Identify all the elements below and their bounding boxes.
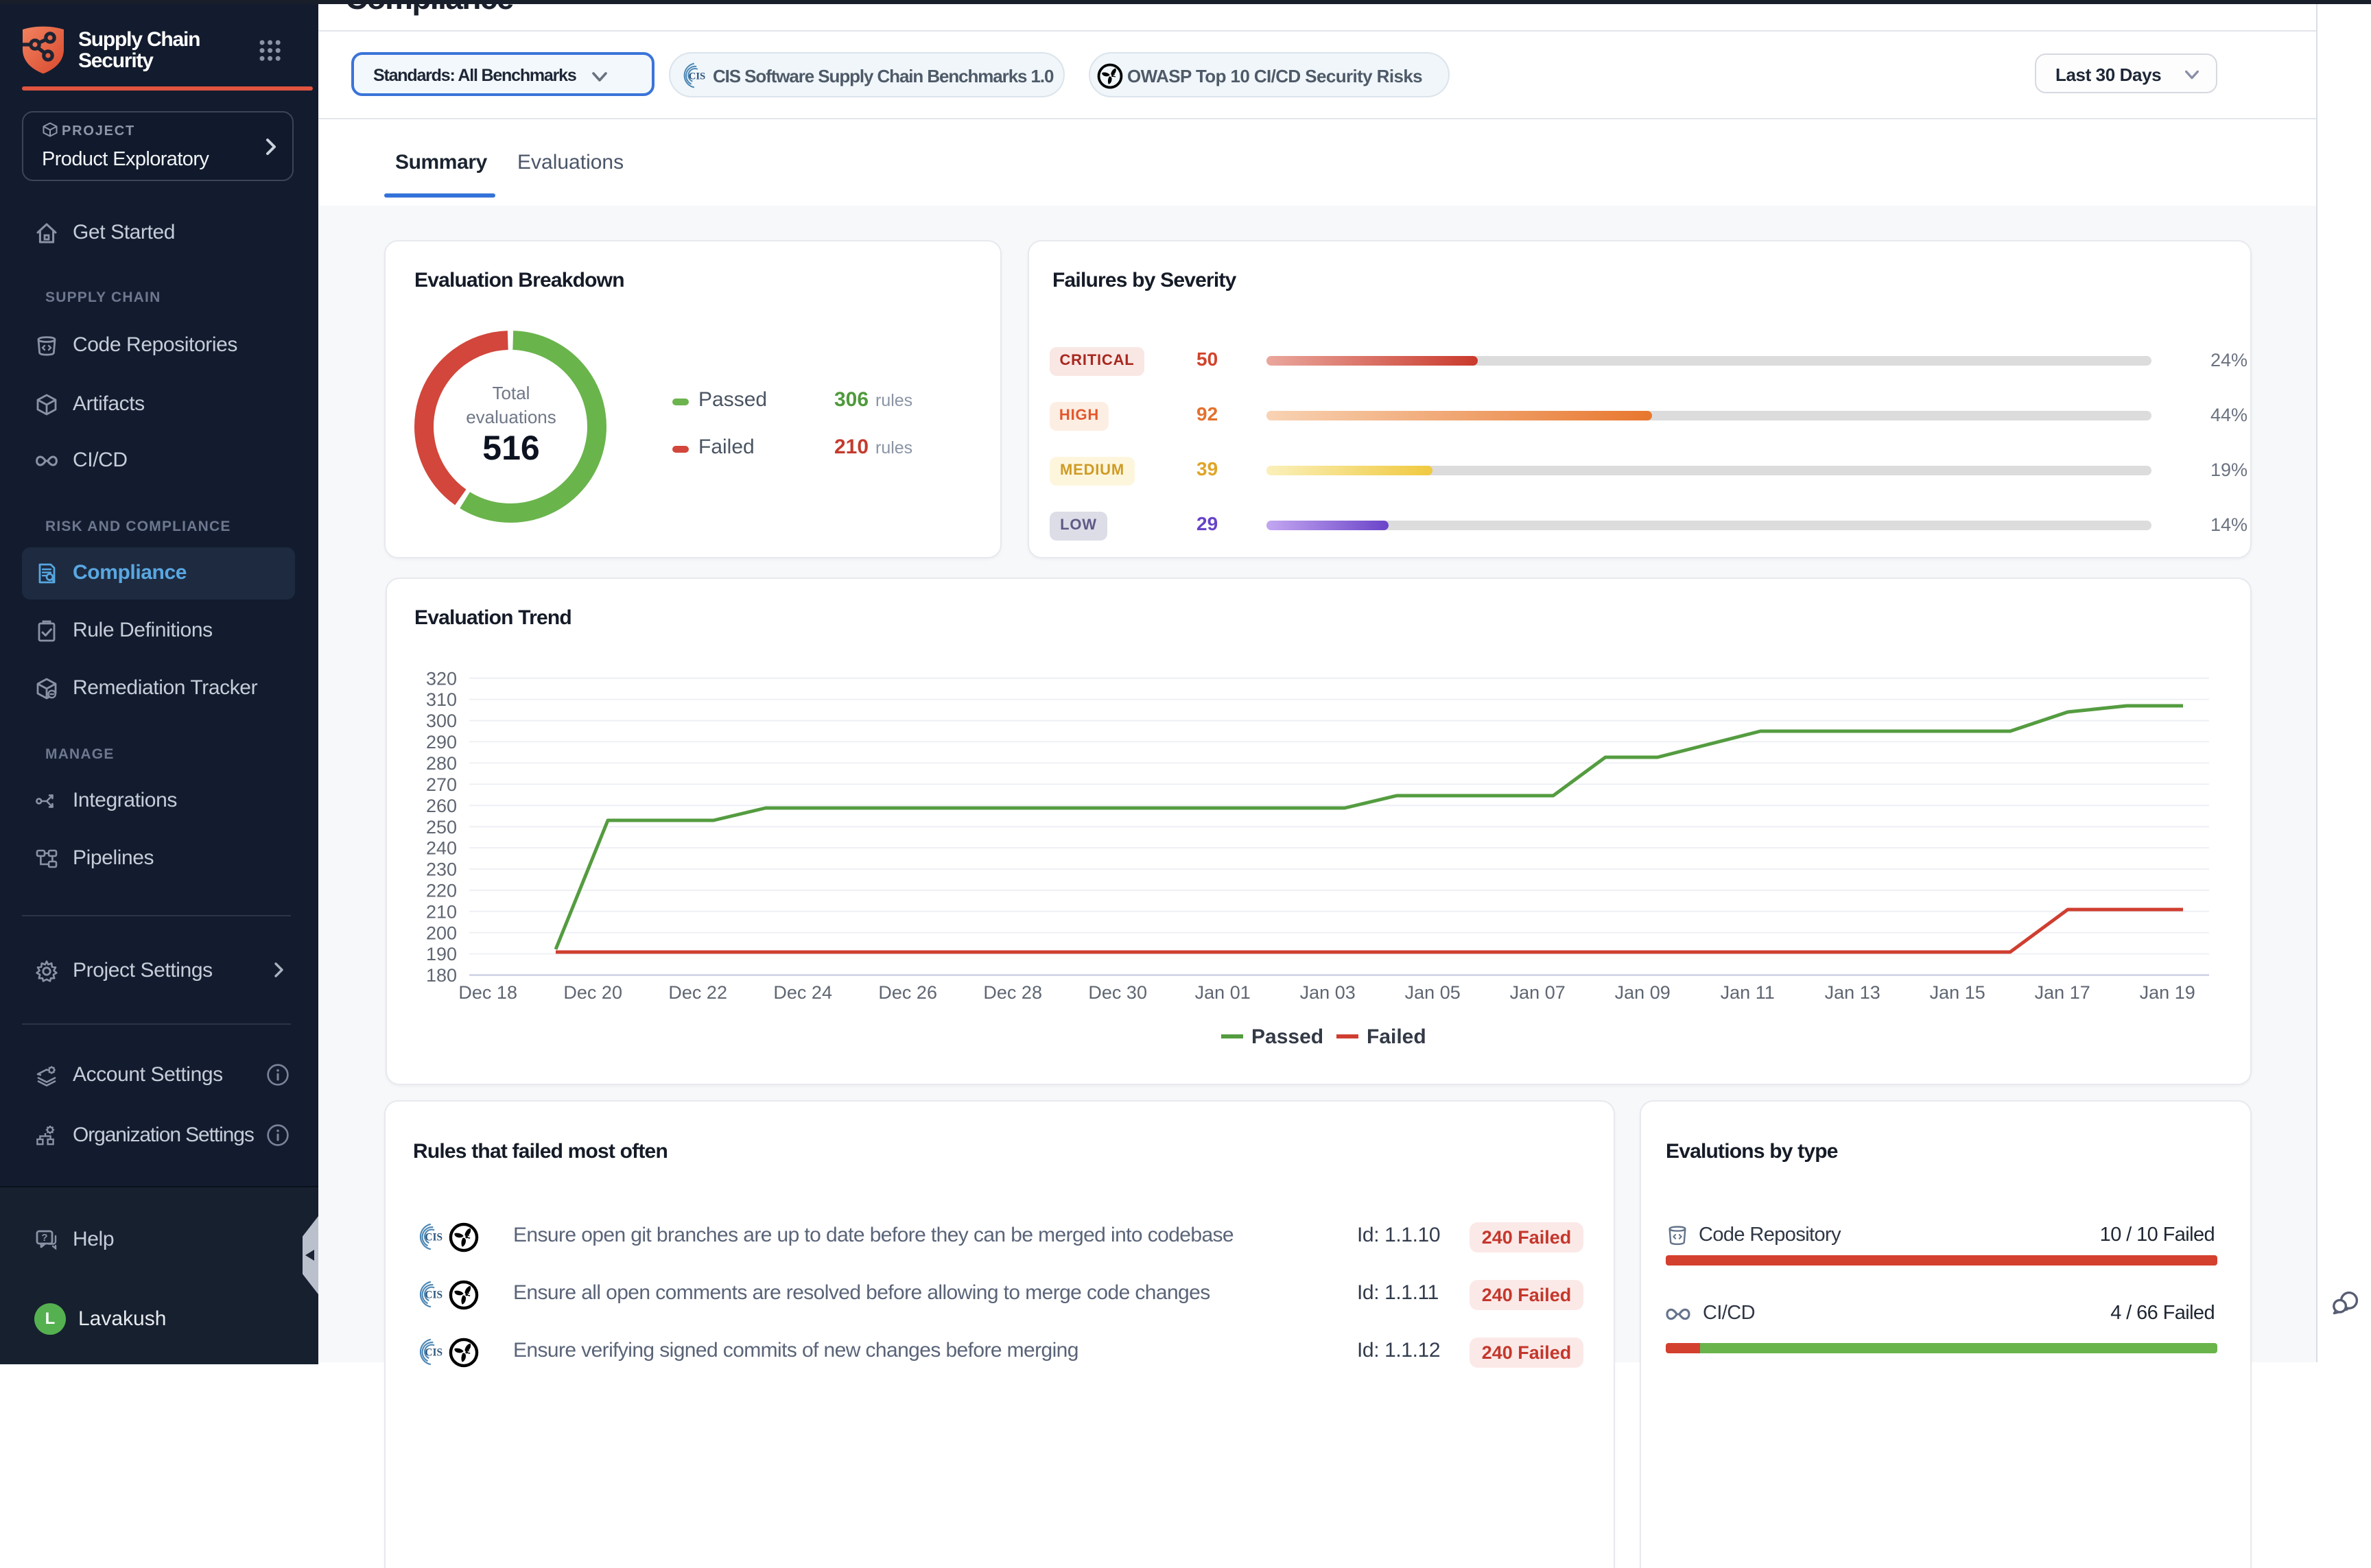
- svg-text:CIS: CIS: [425, 1290, 443, 1301]
- svg-text:320: 320: [426, 668, 457, 689]
- svg-text:180: 180: [426, 965, 457, 986]
- svg-text:Dec 22: Dec 22: [668, 982, 727, 1003]
- svg-text:Passed: Passed: [1251, 1025, 1323, 1048]
- svg-text:Jan 03: Jan 03: [1300, 982, 1356, 1003]
- svg-text:300: 300: [426, 711, 457, 731]
- svg-text:210: 210: [426, 901, 457, 922]
- svg-text:Jan 01: Jan 01: [1195, 982, 1251, 1003]
- svg-text:250: 250: [426, 817, 457, 838]
- svg-text:Dec 30: Dec 30: [1088, 982, 1147, 1003]
- svg-text:240: 240: [426, 838, 457, 859]
- svg-text:Failed: Failed: [1367, 1025, 1426, 1048]
- svg-text:Jan 11: Jan 11: [1721, 982, 1775, 1003]
- svg-text:Jan 15: Jan 15: [1930, 982, 1985, 1003]
- svg-text:Dec 26: Dec 26: [878, 982, 937, 1003]
- svg-text:Jan 07: Jan 07: [1510, 982, 1566, 1003]
- svg-text:Dec 24: Dec 24: [773, 982, 832, 1003]
- svg-text:190: 190: [426, 944, 457, 964]
- svg-text:Jan 17: Jan 17: [2035, 982, 2090, 1003]
- svg-text:CIS: CIS: [425, 1347, 443, 1359]
- svg-text:270: 270: [426, 774, 457, 795]
- svg-text:230: 230: [426, 859, 457, 880]
- svg-text:CIS: CIS: [689, 71, 705, 82]
- svg-text:Jan 09: Jan 09: [1615, 982, 1671, 1003]
- svg-text:Dec 28: Dec 28: [983, 982, 1042, 1003]
- svg-text:280: 280: [426, 753, 457, 774]
- svg-text:310: 310: [426, 689, 457, 710]
- svg-text:290: 290: [426, 732, 457, 752]
- svg-text:200: 200: [426, 923, 457, 943]
- svg-text:Jan 13: Jan 13: [1825, 982, 1880, 1003]
- svg-text:Jan 19: Jan 19: [2140, 982, 2195, 1003]
- svg-text:Dec 20: Dec 20: [563, 982, 622, 1003]
- svg-text:Jan 05: Jan 05: [1405, 982, 1461, 1003]
- svg-text:?: ?: [41, 1232, 47, 1244]
- svg-text:260: 260: [426, 796, 457, 816]
- svg-text:220: 220: [426, 881, 457, 901]
- svg-text:CIS: CIS: [425, 1232, 443, 1244]
- svg-text:Dec 18: Dec 18: [458, 982, 517, 1003]
